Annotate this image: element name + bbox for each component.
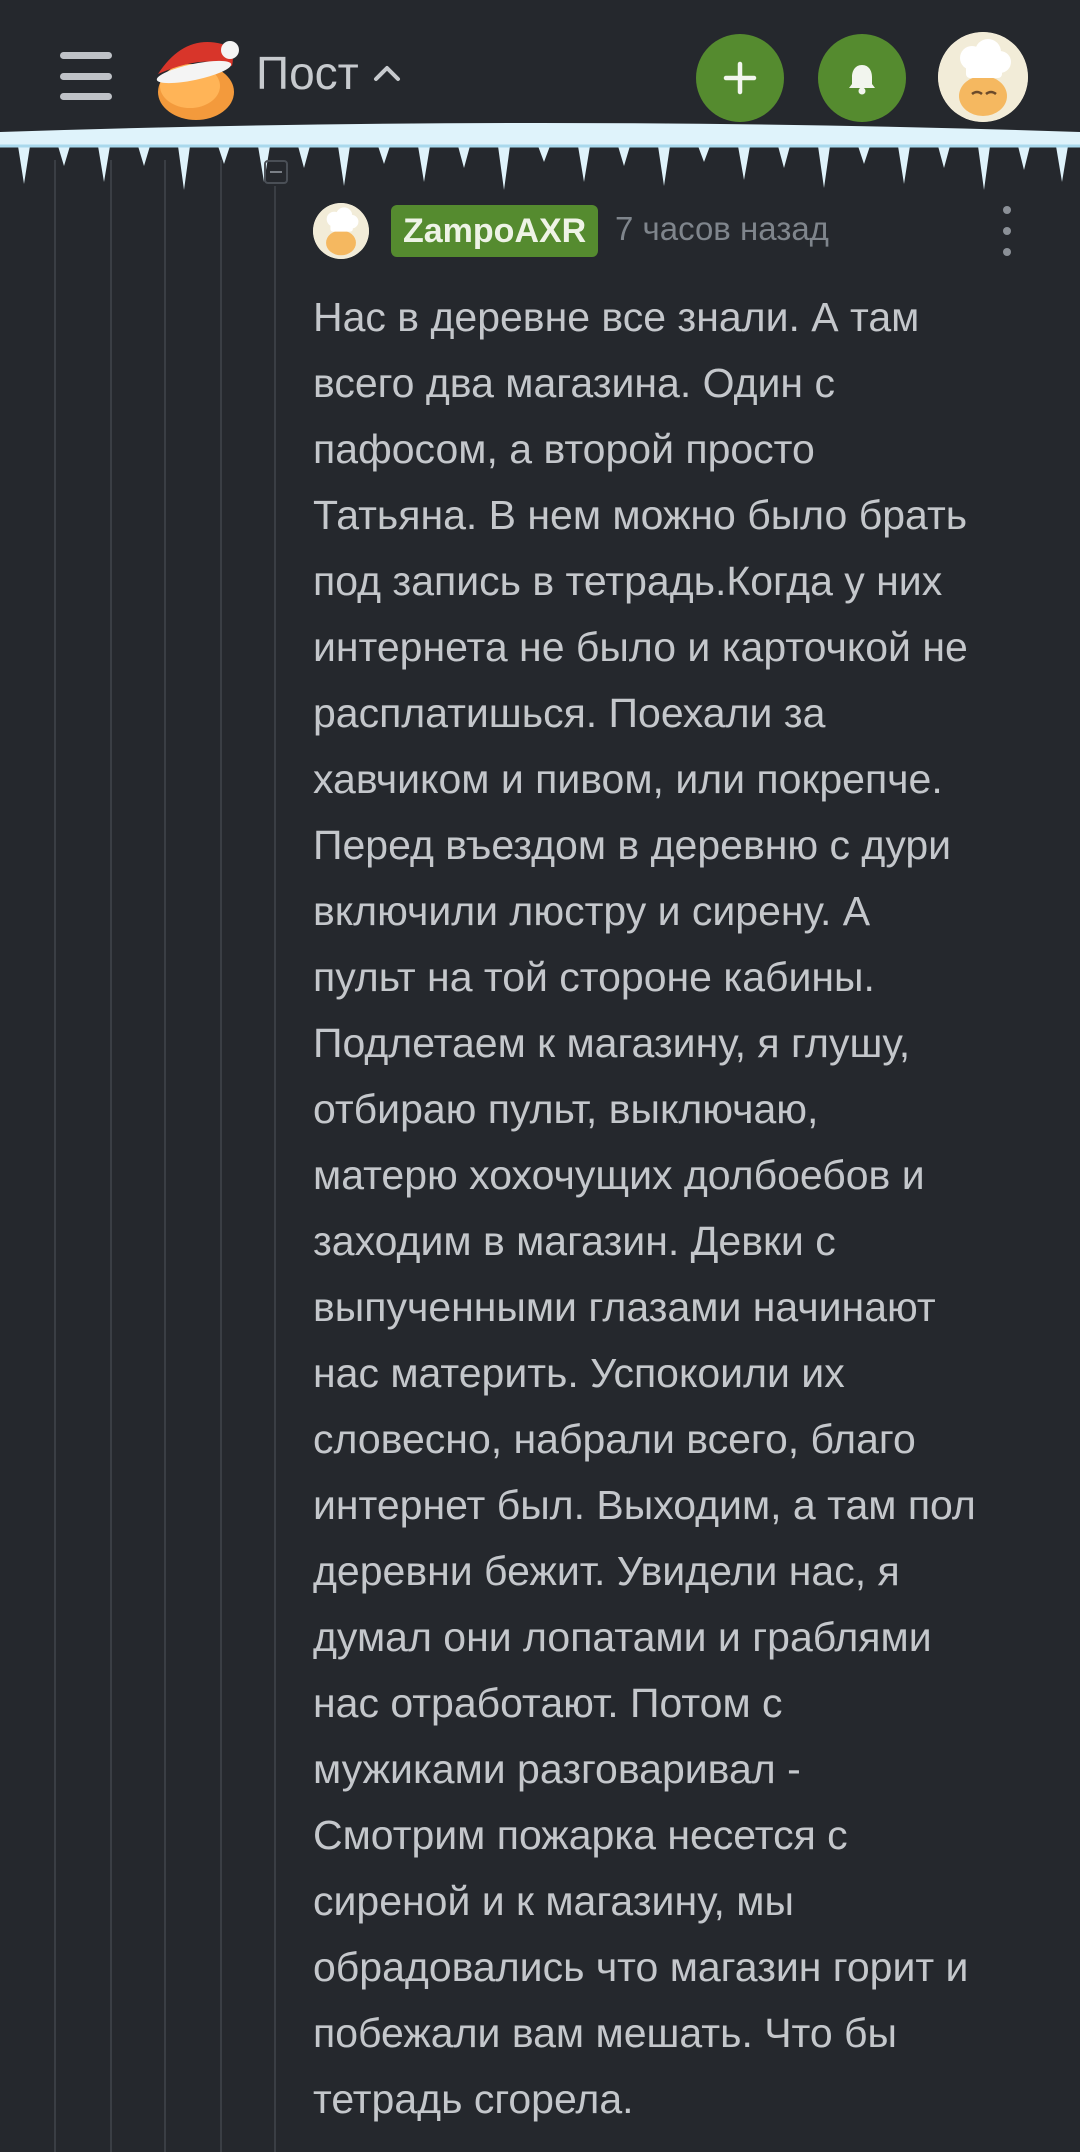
chef-avatar-icon bbox=[313, 203, 369, 259]
chef-avatar-icon bbox=[938, 32, 1028, 122]
thread-line-5 bbox=[274, 186, 276, 2152]
top-app-bar: Пост bbox=[0, 0, 1080, 190]
comment-body: Нас в деревне все знали. А там всего два… bbox=[313, 294, 976, 2122]
plus-icon bbox=[723, 61, 757, 95]
chevron-up-icon bbox=[373, 66, 400, 81]
thread-line-4 bbox=[220, 160, 222, 2152]
comment-author-username[interactable]: ZampoAXR bbox=[391, 205, 599, 257]
thread-line-2 bbox=[110, 160, 112, 2152]
more-options-icon[interactable] bbox=[995, 206, 1019, 256]
notifications-button[interactable] bbox=[818, 34, 906, 122]
thread-line-1 bbox=[54, 160, 56, 2152]
comment-author-avatar[interactable] bbox=[313, 203, 369, 259]
thread-line-3 bbox=[164, 160, 166, 2152]
add-post-button[interactable] bbox=[696, 34, 784, 122]
hamburger-menu-icon[interactable] bbox=[60, 52, 112, 100]
page-title: Пост bbox=[256, 47, 359, 99]
collapse-thread-button[interactable] bbox=[264, 160, 288, 184]
bell-icon bbox=[849, 65, 875, 95]
icicles-decoration bbox=[0, 123, 1080, 190]
page-title-toggle[interactable]: Пост bbox=[256, 46, 401, 100]
profile-avatar[interactable] bbox=[938, 32, 1028, 122]
comment-timestamp: 7 часов назад bbox=[615, 210, 829, 247]
